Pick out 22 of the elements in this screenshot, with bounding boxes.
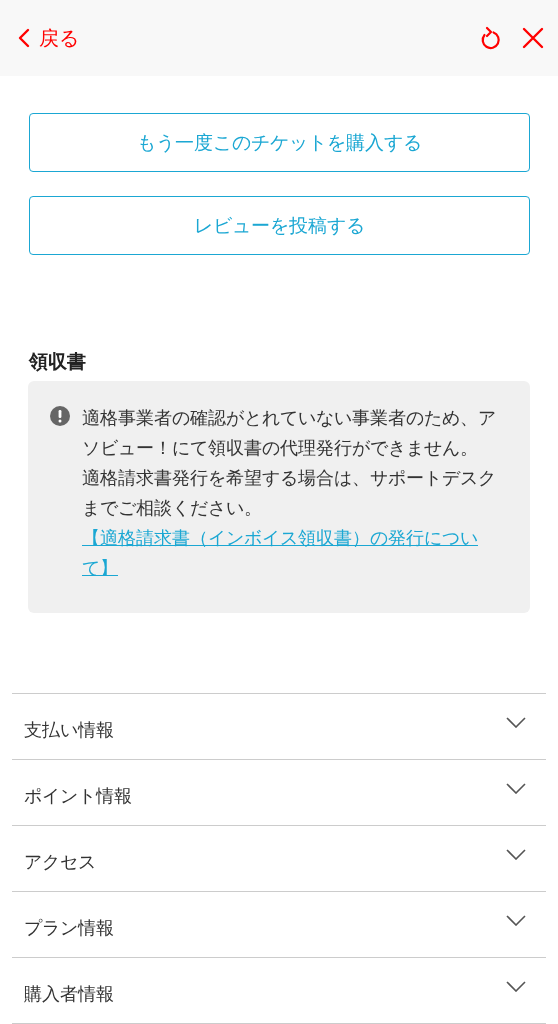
back-icon — [18, 28, 30, 48]
section-heading: 領収書 — [29, 349, 87, 374]
chevron-down-icon — [506, 717, 526, 728]
accordion-row[interactable]: ポイント情報 — [12, 760, 546, 826]
close-icon[interactable] — [522, 27, 544, 49]
chevron-down-icon — [506, 783, 526, 794]
accordion-row[interactable]: 購入者情報 — [12, 958, 546, 1024]
notice-text: 適格事業者の確認がとれていない事業者のため、アソビュー！にて領収書の代理発行ができません。 — [82, 406, 497, 460]
notice-text: 適格請求書発行を希望する場合は、サポートデスクまでご相談ください。 — [82, 466, 497, 520]
accordion-label: アクセス — [24, 849, 96, 874]
accordion-label: ポイント情報 — [24, 783, 132, 808]
accordion-label: プラン情報 — [24, 915, 114, 940]
chevron-down-icon — [506, 849, 526, 860]
chevron-down-icon — [506, 981, 526, 992]
alert-icon — [50, 406, 70, 426]
back-button[interactable]: 戻る — [18, 24, 79, 52]
chevron-down-icon — [506, 915, 526, 926]
accordion-row[interactable]: プラン情報 — [12, 892, 546, 958]
accordion-label: 購入者情報 — [24, 981, 114, 1006]
accordion-label: 支払い情報 — [24, 717, 114, 742]
accordion-row[interactable]: アクセス — [12, 826, 546, 892]
accordion-row[interactable]: 支払い情報 — [12, 694, 546, 760]
